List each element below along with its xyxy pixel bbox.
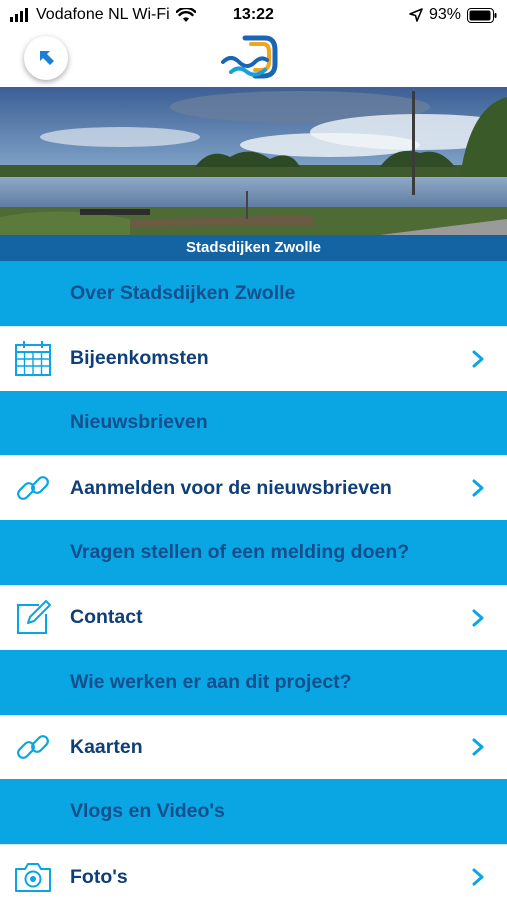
chevron-right-icon (472, 609, 484, 627)
chevron-right-icon (472, 479, 484, 497)
back-button[interactable] (24, 36, 68, 80)
calendar-icon (12, 338, 54, 380)
menu-item-aanmelden-nieuwsbrieven[interactable]: Aanmelden voor de nieuwsbrieven (0, 455, 507, 521)
chevron-right-icon (472, 738, 484, 756)
menu-item-vlogs-videos[interactable]: Vlogs en Video's (0, 779, 507, 845)
menu-item-label: Vlogs en Video's (70, 800, 225, 823)
menu-item-vragen-melding[interactable]: Vragen stellen of een melding doen? (0, 520, 507, 585)
menu-item-label: Nieuwsbrieven (70, 411, 208, 434)
chevron-right-icon (472, 350, 484, 368)
menu-item-label: Kaarten (70, 735, 143, 758)
menu-item-contact[interactable]: Contact (0, 584, 507, 650)
page-title-banner: Stadsdijken Zwolle (0, 235, 507, 261)
menu-item-label: Contact (70, 606, 143, 629)
link-icon (12, 467, 54, 509)
menu-item-kaarten[interactable]: Kaarten (0, 714, 507, 780)
menu-item-label: Wie werken er aan dit project? (70, 670, 352, 693)
link-icon (12, 726, 54, 768)
menu-item-label: Vragen stellen of een melding doen? (70, 541, 410, 564)
menu-item-label: Foto's (70, 865, 128, 888)
main-menu: Over Stadsdijken Zwolle Bijeenkomsten Ni… (0, 261, 507, 900)
menu-item-over-stadsdijken[interactable]: Over Stadsdijken Zwolle (0, 261, 507, 326)
menu-item-bijeenkomsten[interactable]: Bijeenkomsten (0, 325, 507, 391)
battery-icon (467, 7, 497, 23)
stadsdijken-logo (221, 32, 285, 89)
chevron-right-icon (472, 868, 484, 886)
menu-item-wie-werken[interactable]: Wie werken er aan dit project? (0, 649, 507, 715)
menu-item-nieuwsbrieven[interactable]: Nieuwsbrieven (0, 390, 507, 456)
arrow-up-left-icon (40, 51, 54, 65)
menu-item-fotos[interactable]: Foto's (0, 844, 507, 900)
status-bar: Vodafone NL Wi-Fi 13:22 93% (0, 0, 507, 30)
edit-icon (12, 597, 54, 639)
menu-item-label: Over Stadsdijken Zwolle (70, 281, 296, 304)
app-header (0, 30, 507, 87)
camera-icon (12, 856, 54, 898)
battery-percentage: 93% (428, 6, 461, 23)
menu-item-label: Aanmelden voor de nieuwsbrieven (70, 476, 392, 499)
status-right: 93% (409, 6, 497, 24)
hero-image (0, 87, 507, 235)
menu-item-label: Bijeenkomsten (70, 347, 209, 370)
location-arrow-icon (409, 8, 423, 22)
